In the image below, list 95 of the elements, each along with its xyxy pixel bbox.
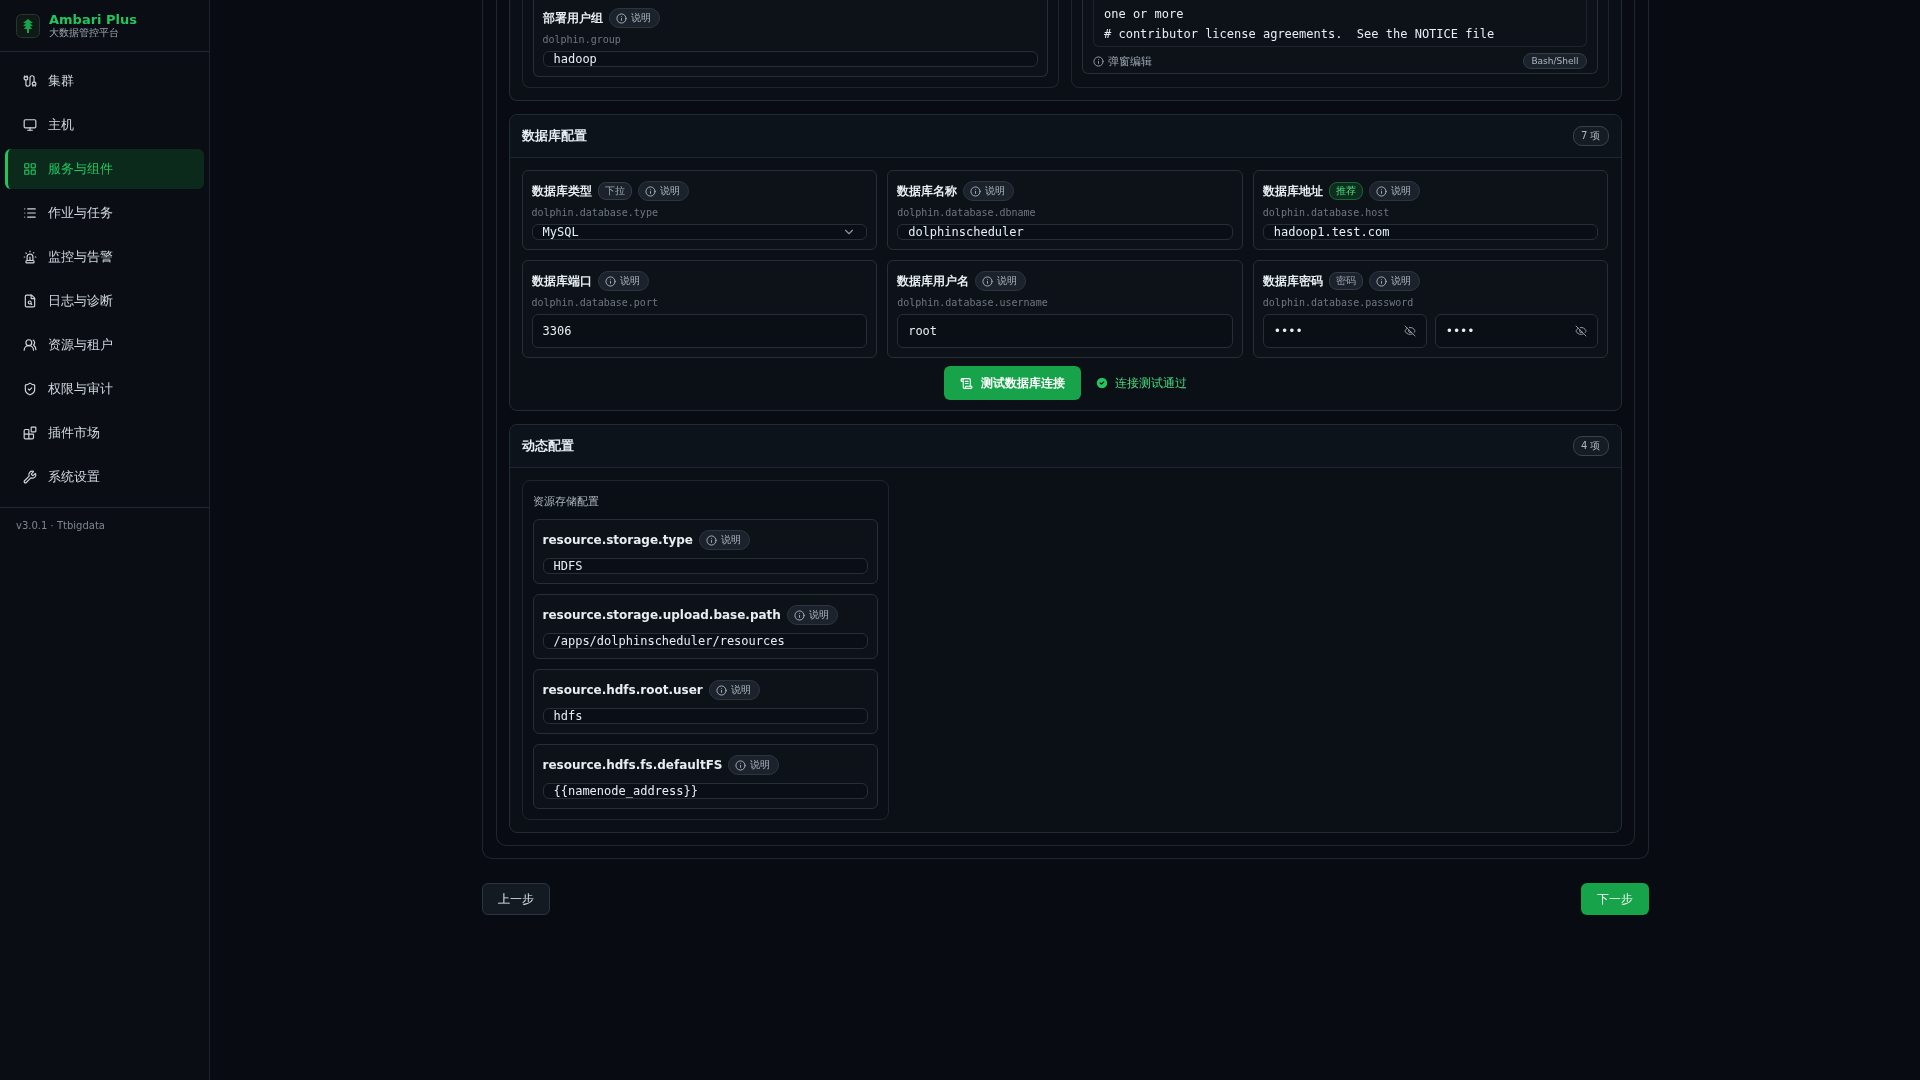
field-tag: 推荐 bbox=[1328, 182, 1363, 200]
eye-off-icon bbox=[1403, 325, 1416, 337]
info-icon bbox=[1375, 275, 1387, 287]
sidebar-item[interactable]: 系统设置 bbox=[5, 457, 204, 497]
nav-icon bbox=[23, 118, 37, 132]
field-key: dolphin.database.dbname bbox=[897, 207, 1233, 218]
field-label: resource.storage.type bbox=[542, 533, 693, 547]
eye-off-icon bbox=[1575, 325, 1588, 337]
field-label: resource.hdfs.root.user bbox=[542, 683, 703, 697]
nav-icon bbox=[23, 338, 37, 352]
info-icon bbox=[615, 12, 627, 24]
input-field[interactable]: dolphinscheduler bbox=[897, 224, 1233, 240]
popup-edit-button[interactable]: 弹窗编辑 bbox=[1093, 53, 1152, 69]
group-title: 资源存储配置 bbox=[532, 494, 600, 509]
field-key: dolphin.database.password bbox=[1262, 297, 1599, 308]
help-button[interactable]: 说明 bbox=[1368, 181, 1420, 201]
status-text: 连接测试通过 bbox=[1114, 374, 1187, 392]
field-label: 数据库地址 bbox=[1262, 182, 1323, 200]
nav-icon bbox=[23, 426, 37, 440]
nav-icon bbox=[23, 250, 37, 264]
nav-icon bbox=[23, 162, 37, 176]
help-button[interactable]: 说明 bbox=[975, 271, 1027, 291]
password-field[interactable]: •••• bbox=[1262, 314, 1427, 348]
count-badge: 7 项 bbox=[1572, 126, 1609, 146]
sidebar-item[interactable]: 日志与诊断 bbox=[5, 281, 204, 321]
field-key: dolphin.database.host bbox=[1262, 207, 1599, 218]
sidebar-item[interactable]: 主机 bbox=[5, 105, 204, 145]
field-label: 数据库端口 bbox=[531, 272, 592, 290]
field-label: resource.hdfs.fs.defaultFS bbox=[542, 758, 723, 772]
nav-icon bbox=[23, 294, 37, 308]
code-line: # contributor license agreements. See the NOTICE file bbox=[1104, 26, 1496, 43]
previous-button[interactable]: 上一步 bbox=[481, 883, 550, 915]
sidebar-item[interactable]: 资源与租户 bbox=[5, 325, 204, 365]
info-icon bbox=[982, 275, 994, 287]
sidebar-item[interactable]: 权限与审计 bbox=[5, 369, 204, 409]
help-button[interactable]: 说明 bbox=[963, 181, 1015, 201]
info-icon bbox=[793, 609, 805, 621]
help-button[interactable]: 说明 bbox=[1368, 271, 1420, 291]
code-line: one or more bbox=[1104, 6, 1185, 23]
help-button[interactable]: 说明 bbox=[698, 530, 750, 550]
sidebar-item[interactable]: 监控与告警 bbox=[5, 237, 204, 277]
logo-icon bbox=[16, 13, 40, 38]
help-button[interactable]: 说明 bbox=[597, 271, 649, 291]
field-label: 数据库用户名 bbox=[897, 272, 970, 290]
help-button[interactable]: 说明 bbox=[728, 755, 780, 775]
select-field[interactable]: MySQL bbox=[531, 224, 868, 240]
nav-icon bbox=[23, 382, 37, 396]
code-editor[interactable]: one or more # contributor license agreements. See the NOTICE file bbox=[1093, 0, 1587, 47]
info-icon bbox=[970, 185, 982, 197]
field-key: dolphin.group bbox=[542, 34, 1038, 45]
help-button[interactable]: 说明 bbox=[637, 181, 689, 201]
version-label: v3.0.1 · Ttbigdata bbox=[15, 519, 106, 533]
input-field[interactable]: hadoop1.test.com bbox=[1262, 224, 1599, 240]
field-label: 数据库名称 bbox=[897, 182, 958, 200]
field-label: resource.storage.upload.base.path bbox=[542, 608, 781, 622]
section-title: 动态配置 bbox=[521, 437, 574, 455]
check-icon bbox=[1094, 376, 1109, 390]
input-field[interactable]: HDFS bbox=[542, 558, 868, 574]
info-icon bbox=[1093, 55, 1104, 67]
brand-name: Ambari Plus bbox=[49, 12, 138, 27]
sidebar-item[interactable]: 服务与组件 bbox=[5, 149, 204, 189]
input-field[interactable]: hadoop bbox=[542, 51, 1038, 67]
help-button[interactable]: 说明 bbox=[608, 8, 660, 28]
nav-icon bbox=[23, 74, 37, 88]
field-tag: 下拉 bbox=[597, 182, 632, 200]
nav-icon bbox=[23, 470, 37, 484]
input-field[interactable]: /apps/dolphinscheduler/resources bbox=[542, 633, 868, 649]
input-field[interactable]: {{namenode_address}} bbox=[542, 783, 868, 799]
info-icon bbox=[644, 185, 656, 197]
sidebar-item[interactable]: 集群 bbox=[5, 61, 204, 101]
field-key: dolphin.database.port bbox=[531, 297, 868, 308]
count-badge: 4 项 bbox=[1572, 436, 1609, 456]
sidebar-item[interactable]: 插件市场 bbox=[5, 413, 204, 453]
info-icon bbox=[604, 275, 616, 287]
info-icon bbox=[715, 684, 727, 696]
help-button[interactable]: 说明 bbox=[708, 680, 760, 700]
info-icon bbox=[735, 759, 747, 771]
field-tag: 密码 bbox=[1328, 272, 1363, 290]
input-field[interactable]: root bbox=[897, 314, 1233, 348]
language-badge: Bash/Shell bbox=[1523, 53, 1587, 69]
info-icon bbox=[705, 534, 717, 546]
nav-icon bbox=[23, 206, 37, 220]
field-label: 部署用户组 bbox=[542, 9, 603, 27]
field-key: dolphin.database.type bbox=[531, 207, 868, 218]
input-field[interactable]: hdfs bbox=[542, 708, 868, 724]
field-label: 数据库类型 bbox=[531, 182, 592, 200]
section-title: 数据库配置 bbox=[521, 127, 587, 145]
field-label: 数据库密码 bbox=[1262, 272, 1323, 290]
help-button[interactable]: 说明 bbox=[786, 605, 838, 625]
info-icon bbox=[1375, 185, 1387, 197]
brand-subtitle: 大数据管控平台 bbox=[49, 27, 120, 39]
sidebar-item[interactable]: 作业与任务 bbox=[5, 193, 204, 233]
input-field[interactable]: 3306 bbox=[531, 314, 868, 348]
field-key: dolphin.database.username bbox=[897, 297, 1233, 308]
password-field[interactable]: •••• bbox=[1434, 314, 1599, 348]
